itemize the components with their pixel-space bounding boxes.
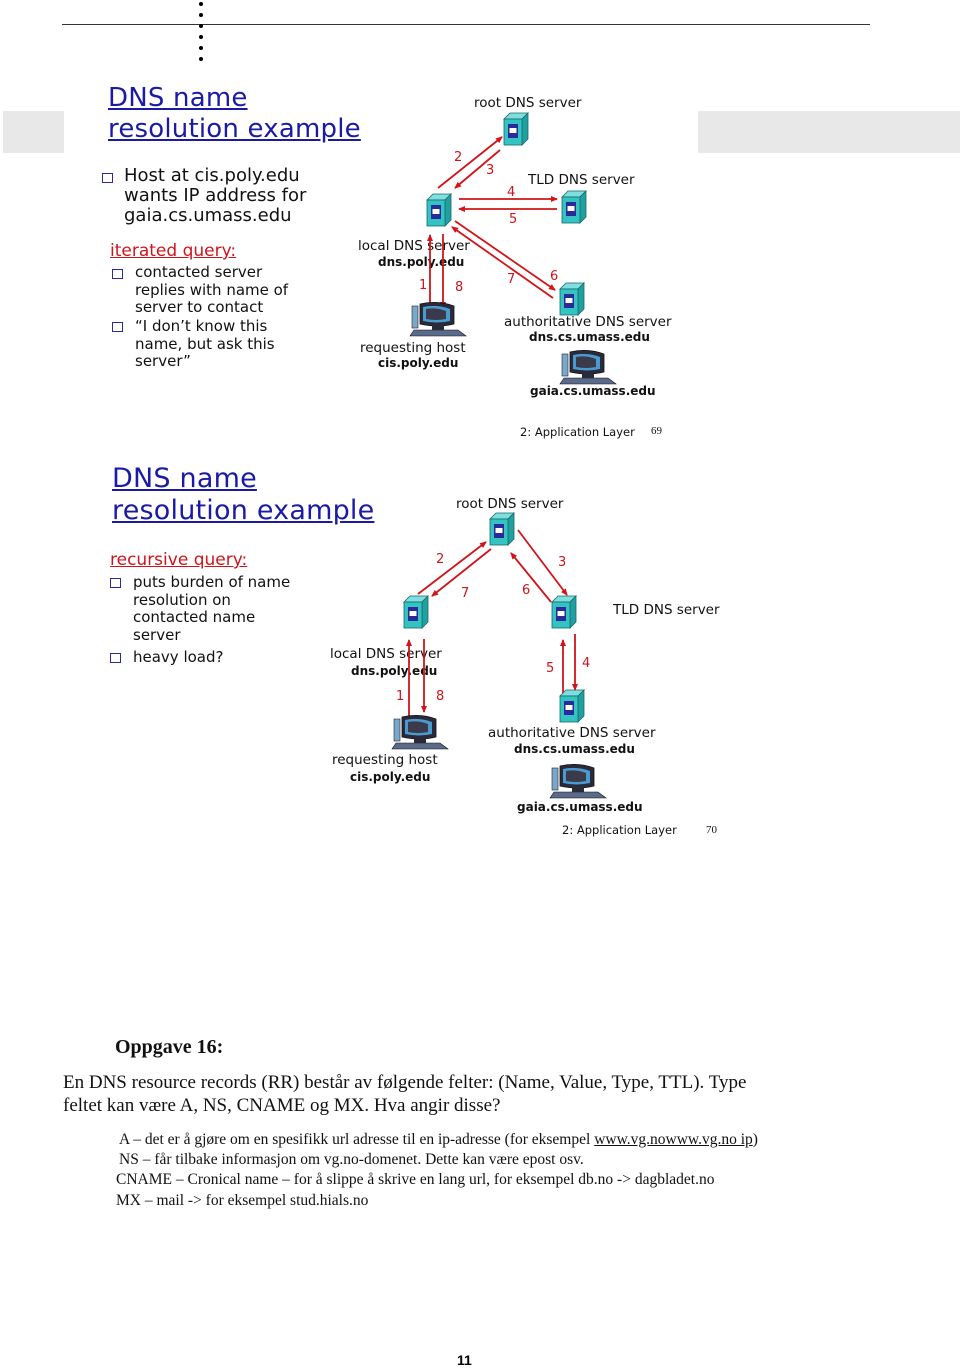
step-label: 5 [509,212,518,227]
task-question: En DNS resource records (RR) består av f… [63,1072,747,1116]
target-host-icon [549,763,607,799]
arrow-step-6 [510,552,552,603]
step-label: 7 [507,272,516,287]
local-server-label: local DNS server [330,646,442,662]
authoritative-server-host: dns.cs.umass.edu [529,330,650,344]
slide-footer: 2: Application Layer [562,823,677,837]
authoritative-server-label: authoritative DNS server [488,725,656,741]
slide-title: DNS name resolution example [112,463,375,526]
slide-title: DNS name resolution example [108,83,361,144]
grey-band-right [698,111,960,153]
authoritative-server-icon [559,689,585,723]
step-label: 2 [436,552,445,567]
tld-server-label: TLD DNS server [613,602,720,618]
target-host-name: gaia.cs.umass.edu [517,800,643,814]
answer-cname: CNAME – Cronical name – for å slippe å s… [116,1171,715,1188]
bullet-item: puts burden of name resolution on contac… [133,573,291,644]
requesting-host-label: requesting host [332,752,438,768]
requesting-host-name: cis.poly.edu [350,770,431,784]
bullet-icon [102,173,113,183]
root-server-label: root DNS server [456,496,564,512]
example-link[interactable]: www.vg.nowww.vg.no ip [594,1131,753,1148]
local-server-host: dns.poly.edu [378,255,465,269]
bullet-icon [110,578,121,588]
grey-band-left [3,111,64,153]
arrow-step-2 [417,541,487,595]
answer-mx: MX – mail -> for eksempel stud.hials.no [116,1192,369,1209]
authoritative-server-icon [559,282,585,316]
arrow-step-6 [454,220,556,291]
authoritative-server-host: dns.cs.umass.edu [514,742,635,756]
local-server-icon [403,595,429,629]
step-label: 4 [507,185,516,200]
bullet-icon [112,269,123,279]
page-number: 11 [457,1352,472,1368]
answer-a: A – det er å gjøre om en spesifikk url a… [119,1131,758,1148]
section-heading: recursive query: [110,550,248,570]
section-heading: iterated query: [110,241,237,261]
slide-number: 70 [706,824,717,836]
local-server-label: local DNS server [358,238,470,254]
step-label: 3 [558,555,567,570]
step-label: 2 [454,150,463,165]
header-rule [62,24,870,25]
local-server-icon [426,193,452,227]
step-label: 4 [582,656,591,671]
target-host-name: gaia.cs.umass.edu [530,384,656,398]
step-label: 1 [419,278,428,293]
task-heading: Oppgave 16: [115,1036,224,1058]
bullet-item: heavy load? [133,648,224,666]
authoritative-server-label: authoritative DNS server [504,314,672,330]
bullet-icon [112,322,123,332]
root-server-icon [503,112,529,146]
local-server-host: dns.poly.edu [351,664,438,678]
step-label: 8 [455,280,464,295]
requesting-host-icon [391,714,449,750]
root-server-label: root DNS server [474,95,582,111]
tld-server-label: TLD DNS server [528,172,635,188]
requesting-host-icon [409,301,467,337]
intro-bullet: Host at cis.poly.edu wants IP address fo… [124,165,307,226]
step-label: 7 [461,586,470,601]
root-server-icon [489,512,515,546]
slide-number: 69 [651,425,662,437]
bullet-icon [110,653,121,663]
requesting-host-name: cis.poly.edu [378,356,459,370]
step-label: 6 [550,269,559,284]
slide-footer: 2: Application Layer [520,425,635,439]
step-label: 3 [486,163,495,178]
step-label: 8 [436,689,445,704]
bullet-item: contacted server replies with name of se… [135,263,289,316]
tld-server-icon [561,190,587,224]
bullet-item: “I don’t know this name, but ask this se… [135,317,275,370]
step-label: 6 [522,583,531,598]
answer-ns: NS – får tilbake informasjon om vg.no-do… [119,1151,584,1168]
vertical-dots-divider [199,0,203,66]
step-label: 5 [546,661,555,676]
step-label: 1 [396,689,405,704]
tld-server-icon [551,595,577,629]
requesting-host-label: requesting host [360,340,466,356]
target-host-icon [559,349,617,385]
